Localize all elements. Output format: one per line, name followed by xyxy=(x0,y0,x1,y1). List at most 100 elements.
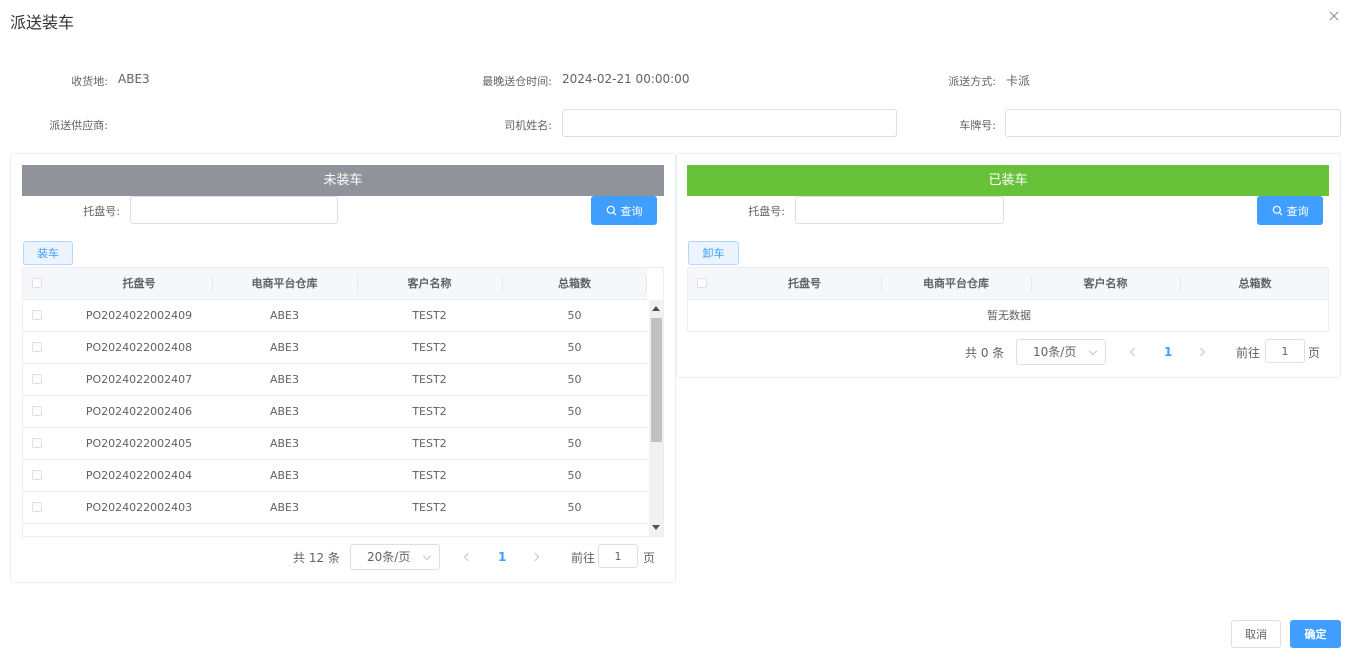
warehouse-cell: ABE3 xyxy=(269,501,300,514)
col-pallet: 托盘号 xyxy=(788,277,821,290)
dialog-title: 派送装车 xyxy=(10,13,75,32)
scroll-down-arrow[interactable] xyxy=(652,525,660,530)
chevron-down-icon xyxy=(1088,346,1098,356)
row-checkbox[interactable] xyxy=(32,342,42,352)
close-icon[interactable] xyxy=(1327,9,1341,23)
supplier-label: 派送供应商: xyxy=(49,119,108,132)
col-boxes: 总箱数 xyxy=(558,277,591,290)
driver-name-input[interactable] xyxy=(562,109,897,137)
col-warehouse: 电商平台仓库 xyxy=(923,277,989,290)
table-row[interactable]: PO2024022002409 ABE3 TEST2 50 xyxy=(23,300,647,332)
unloaded-pallet-label: 托盘号: xyxy=(83,205,120,218)
row-checkbox[interactable] xyxy=(32,374,42,384)
page-unit: 页 xyxy=(643,551,656,565)
col-warehouse: 电商平台仓库 xyxy=(251,277,318,290)
unloaded-header: 未装车 xyxy=(22,165,664,196)
unloaded-query-button[interactable]: 查询 xyxy=(591,196,657,225)
table-row[interactable]: PO2024022002406 ABE3 TEST2 50 xyxy=(23,396,647,428)
latest-time-label: 最晚送仓时间: xyxy=(482,75,552,88)
unloaded-query-label: 查询 xyxy=(620,205,643,218)
warehouse-cell: ABE3 xyxy=(269,373,300,386)
unloaded-pallet-input[interactable] xyxy=(130,196,338,224)
row-checkbox[interactable] xyxy=(32,438,42,448)
current-page[interactable]: 1 xyxy=(498,550,506,564)
chevron-down-icon xyxy=(422,551,432,561)
select-all-checkbox[interactable] xyxy=(697,278,707,288)
col-customer: 客户名称 xyxy=(1083,277,1128,290)
load-button[interactable]: 装车 xyxy=(23,241,73,265)
loaded-total: 共 0 条 xyxy=(965,346,1005,360)
customer-cell: TEST2 xyxy=(412,309,447,322)
consignee-value: ABE3 xyxy=(118,72,150,86)
boxes-cell: 50 xyxy=(567,501,582,514)
loaded-query-button[interactable]: 查询 xyxy=(1257,196,1323,225)
customer-cell: TEST2 xyxy=(412,501,447,514)
table-row[interactable]: PO2024022002403 ABE3 TEST2 50 xyxy=(23,492,647,524)
loaded-pallet-label: 托盘号: xyxy=(748,205,785,218)
warehouse-cell: ABE3 xyxy=(269,469,300,482)
unloaded-page-size-select[interactable]: 20条/页 xyxy=(350,544,440,570)
row-checkbox[interactable] xyxy=(32,406,42,416)
table-row[interactable]: PO2024022002408 ABE3 TEST2 50 xyxy=(23,332,647,364)
customer-cell: TEST2 xyxy=(412,341,447,354)
plate-number-input[interactable] xyxy=(1005,109,1341,137)
warehouse-cell: ABE3 xyxy=(269,341,300,354)
boxes-cell: 50 xyxy=(567,309,582,322)
plate-label: 车牌号: xyxy=(959,119,996,132)
pallet-cell: PO2024022002409 xyxy=(85,309,193,322)
cancel-button[interactable]: 取消 xyxy=(1231,620,1281,648)
goto-page-input[interactable] xyxy=(1265,339,1305,363)
unloaded-table-header: 托盘号 电商平台仓库 客户名称 总箱数 xyxy=(23,268,647,300)
customer-cell: TEST2 xyxy=(412,405,447,418)
pallet-cell: PO2024022002407 xyxy=(85,373,193,386)
loaded-page-size-select[interactable]: 10条/页 xyxy=(1016,339,1106,365)
empty-data-text: 暂无数据 xyxy=(987,309,1031,322)
warehouse-cell: ABE3 xyxy=(269,437,300,450)
current-page[interactable]: 1 xyxy=(1164,345,1172,359)
pallet-cell: PO2024022002404 xyxy=(85,469,193,482)
unloaded-total: 共 12 条 xyxy=(293,551,340,565)
goto-label: 前往 xyxy=(1236,346,1261,360)
col-boxes: 总箱数 xyxy=(1238,277,1272,290)
loaded-table-header: 托盘号 电商平台仓库 客户名称 总箱数 xyxy=(688,268,1328,300)
table-scrollbar[interactable] xyxy=(649,300,663,536)
customer-cell: TEST2 xyxy=(412,469,447,482)
warehouse-cell: ABE3 xyxy=(269,405,300,418)
loaded-query-label: 查询 xyxy=(1286,205,1309,218)
boxes-cell: 50 xyxy=(567,437,582,450)
row-checkbox[interactable] xyxy=(32,310,42,320)
page-size-value: 20条/页 xyxy=(367,550,411,564)
page-unit: 页 xyxy=(1308,346,1321,360)
row-checkbox[interactable] xyxy=(32,502,42,512)
loaded-table: 托盘号 电商平台仓库 客户名称 总箱数 暂无数据 xyxy=(687,267,1329,332)
table-row[interactable]: PO2024022002404 ABE3 TEST2 50 xyxy=(23,460,647,492)
consignee-label: 收货地: xyxy=(71,75,108,88)
unload-button[interactable]: 卸车 xyxy=(688,241,739,265)
search-icon xyxy=(606,205,616,216)
loaded-pallet-input[interactable] xyxy=(795,196,1004,224)
scroll-thumb[interactable] xyxy=(651,318,662,442)
goto-page-input[interactable] xyxy=(598,544,638,568)
boxes-cell: 50 xyxy=(567,469,582,482)
dispatch-loading-dialog: 派送装车 收货地: ABE3 最晚送仓时间: 2024-02-21 00:00:… xyxy=(0,0,1352,658)
table-row[interactable]: PO2024022002407 ABE3 TEST2 50 xyxy=(23,364,647,396)
delivery-method-label: 派送方式: xyxy=(948,75,996,88)
unloaded-table: 托盘号 电商平台仓库 客户名称 总箱数 PO2024022002409 ABE3… xyxy=(22,267,664,537)
scroll-up-arrow[interactable] xyxy=(652,306,660,311)
boxes-cell: 50 xyxy=(567,405,582,418)
confirm-button[interactable]: 确定 xyxy=(1290,620,1341,648)
pallet-cell: PO2024022002406 xyxy=(85,405,193,418)
row-checkbox[interactable] xyxy=(32,470,42,480)
col-customer: 客户名称 xyxy=(407,277,452,290)
driver-label: 司机姓名: xyxy=(504,119,552,132)
pallet-cell: PO2024022002408 xyxy=(85,341,193,354)
table-row[interactable]: PO2024022002405 ABE3 TEST2 50 xyxy=(23,428,647,460)
select-all-checkbox[interactable] xyxy=(32,278,42,288)
latest-time-value: 2024-02-21 00:00:00 xyxy=(562,72,690,86)
delivery-method-value: 卡派 xyxy=(1006,74,1031,88)
pallet-cell: PO2024022002405 xyxy=(85,437,193,450)
page-size-value: 10条/页 xyxy=(1033,345,1077,359)
customer-cell: TEST2 xyxy=(412,373,447,386)
warehouse-cell: ABE3 xyxy=(269,309,300,322)
search-icon xyxy=(1272,205,1282,216)
